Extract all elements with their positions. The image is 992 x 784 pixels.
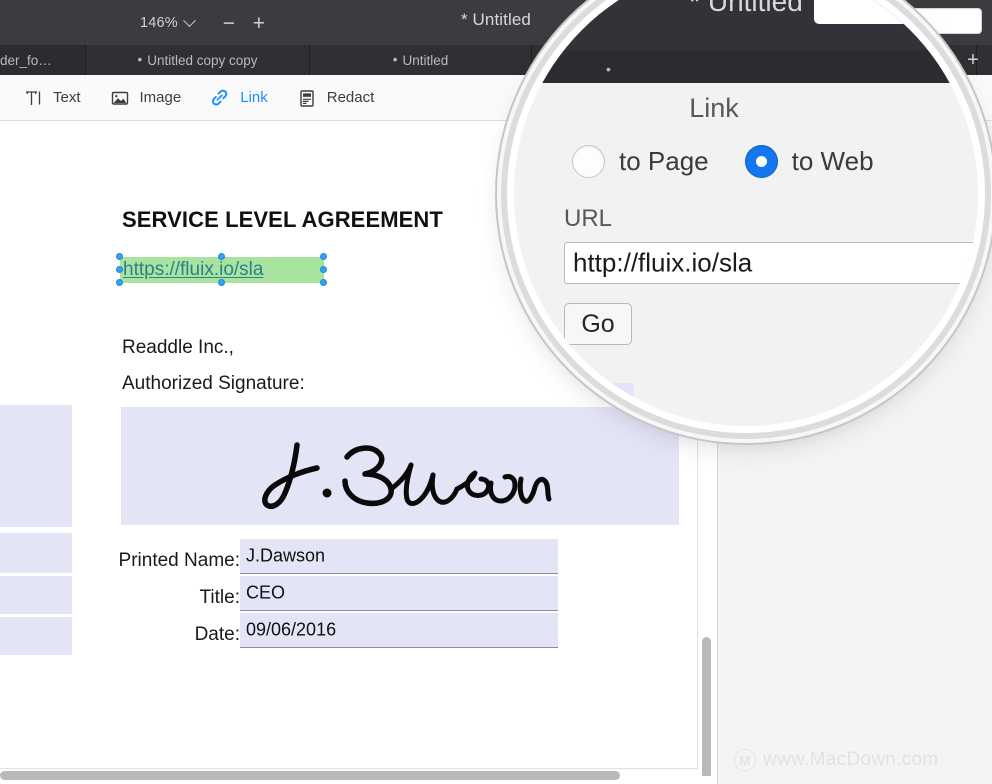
selection-handle-mr[interactable] (320, 266, 327, 273)
form-label-date: Date: (194, 624, 240, 645)
selection-handle-ml[interactable] (116, 266, 123, 273)
watermark-text: www.MacDown.com (763, 749, 939, 770)
image-icon (109, 87, 131, 109)
radio-label-to-web: to Web (791, 146, 874, 176)
form-field-date[interactable]: 09/06/2016 (240, 613, 558, 648)
form-value-printed-name: J.Dawson (246, 545, 326, 566)
radio-button-selected-icon[interactable] (744, 145, 778, 178)
link-popover: Link to Page to Web URL http://fluix.io/… (514, 83, 978, 426)
magnified-modified-dot-icon: • (606, 61, 611, 77)
selection-handle-tl[interactable] (116, 253, 123, 260)
redact-icon (296, 87, 318, 109)
zoom-control-group: 146% − + (140, 11, 272, 35)
form-field-partial-1[interactable] (0, 533, 72, 573)
chevron-down-icon[interactable] (183, 13, 196, 27)
toolbar-button-image[interactable]: Image (109, 87, 182, 109)
selection-handle-bc[interactable] (218, 279, 225, 286)
url-input-value: http://fluix.io/sla (573, 247, 753, 278)
form-label-printed-name: Printed Name: (118, 550, 240, 571)
go-button[interactable]: Go (564, 303, 632, 345)
form-value-title: CEO (246, 582, 286, 603)
toolbar-label-text: Text (53, 89, 81, 106)
toolbar-button-link[interactable]: Link (209, 87, 268, 109)
magnified-form-field-peek (514, 383, 634, 426)
toolbar-label-link: Link (240, 89, 268, 106)
form-field-printed-name[interactable]: J.Dawson (240, 539, 558, 574)
signature-image (262, 442, 552, 509)
document-line-0: Readdle Inc., (122, 337, 234, 358)
zoom-level-value[interactable]: 146% (140, 15, 178, 31)
form-field-partial-3[interactable] (0, 617, 72, 655)
form-field-partial-2[interactable] (0, 576, 72, 614)
selection-handle-bl[interactable] (116, 279, 123, 286)
selection-handle-tc[interactable] (218, 253, 225, 260)
tab-item-1[interactable]: • Untitled copy copy (86, 45, 310, 75)
form-field-partial-0[interactable] (0, 405, 72, 527)
tab-item-0[interactable]: der_fo… (0, 45, 86, 75)
zoom-in-button[interactable]: + (246, 11, 272, 35)
radio-to-page[interactable]: to Page (572, 145, 709, 178)
modified-dot-icon: • (137, 52, 143, 68)
toolbar-label-image: Image (139, 89, 182, 106)
selection-handle-tr[interactable] (320, 253, 327, 260)
toolbar-button-text[interactable]: Text (22, 87, 81, 109)
magnifier-loupe: * Untitled • + Link to Page to Web URL h… (514, 0, 978, 426)
radio-to-web[interactable]: to Web (744, 145, 874, 178)
magnified-title-bar: * Untitled (514, 0, 978, 50)
vertical-scrollbar[interactable] (702, 637, 711, 776)
document-line-1: Authorized Signature: (122, 373, 305, 394)
tab-label-0: der_fo… (0, 52, 52, 68)
magnified-new-tab-button[interactable]: + (949, 54, 964, 85)
zoom-out-button[interactable]: − (216, 11, 242, 35)
toolbar-button-redact[interactable]: Redact (296, 87, 375, 109)
url-label: URL (564, 205, 613, 232)
horizontal-scrollbar[interactable] (0, 771, 620, 780)
form-field-title[interactable]: CEO (240, 576, 558, 611)
magnified-tab-bar (514, 50, 978, 83)
url-input[interactable]: http://fluix.io/sla (564, 242, 978, 284)
watermark: M www.MacDown.com (734, 749, 939, 771)
selection-handle-br[interactable] (320, 279, 327, 286)
link-target-radio-group: to Page to Web (572, 145, 874, 178)
magnifier-content: * Untitled • + Link to Page to Web URL h… (514, 0, 978, 426)
toolbar-label-redact: Redact (326, 89, 375, 106)
link-popover-title: Link (689, 93, 739, 123)
tab-item-2[interactable]: • Untitled (310, 45, 532, 75)
radio-button-icon[interactable] (572, 145, 605, 178)
tab-label-2: Untitled (402, 52, 449, 68)
tab-label-1: Untitled copy copy (147, 52, 258, 68)
modified-dot-icon: • (392, 52, 398, 68)
macdown-logo-icon: M (734, 749, 756, 771)
application-window: * Untitled 146% − + der_fo… • Untitled c… (0, 0, 992, 784)
form-value-date: 09/06/2016 (246, 619, 337, 640)
magnified-search-input[interactable] (814, 0, 978, 24)
link-icon (209, 87, 231, 109)
text-icon (22, 87, 44, 109)
form-label-title: Title: (199, 587, 240, 608)
link-annotation-text: https://fluix.io/sla (123, 259, 264, 280)
document-heading: SERVICE LEVEL AGREEMENT (122, 207, 443, 232)
radio-label-to-page: to Page (619, 146, 709, 176)
